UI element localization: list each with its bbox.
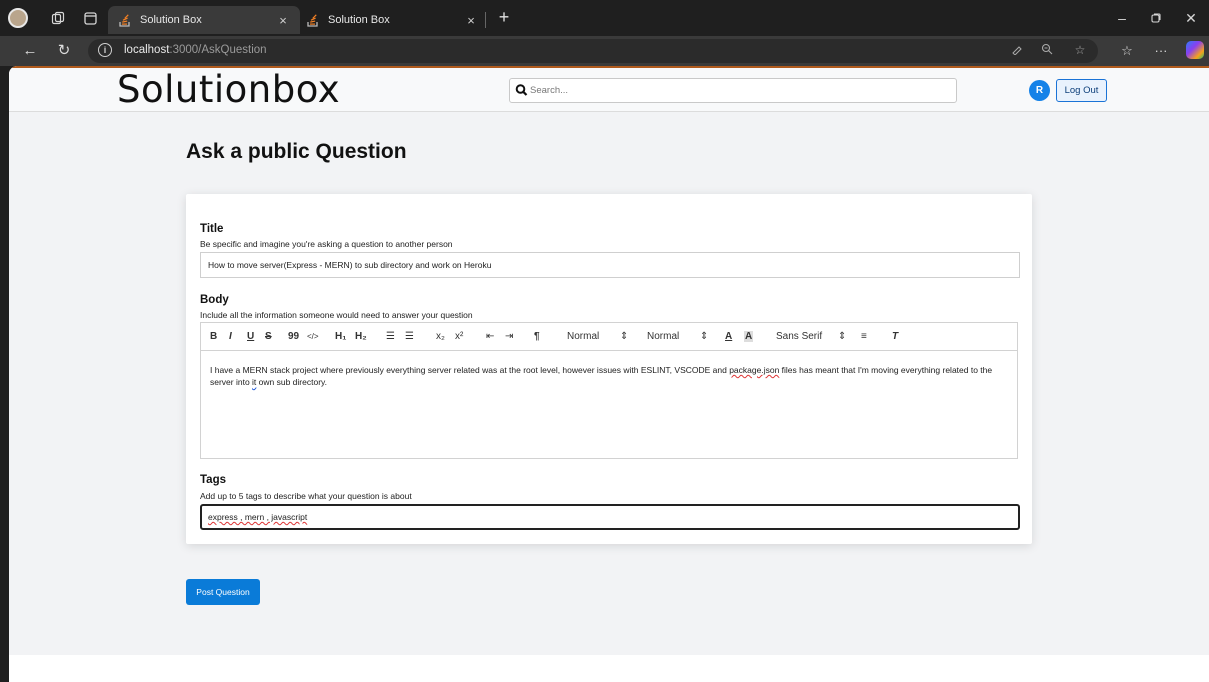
site-info-icon[interactable]: i [98, 43, 112, 57]
header-select[interactable]: Normal [647, 331, 679, 342]
tags-hint: Add up to 5 tags to describe what your q… [200, 491, 412, 501]
stackoverflow-favicon-icon [118, 13, 132, 27]
copilot-icon[interactable] [1186, 41, 1204, 59]
tags-value: express , mern , javascript [208, 512, 308, 522]
text-color-icon[interactable]: A [725, 331, 732, 342]
blockquote-icon[interactable]: 99 [288, 331, 299, 342]
url-host: localhost [124, 44, 170, 56]
tab-title: Solution Box [140, 14, 202, 26]
editor-toolbar: B I U S 99 </> H₁ H₂ ☰ ☰ x₂ x² ⇤ ⇥ ¶ Nor… [201, 323, 1017, 351]
header-1-icon[interactable]: H₁ [335, 331, 346, 342]
background-color-icon[interactable]: A [744, 331, 754, 342]
favorites-icon[interactable]: ☆ [1116, 41, 1138, 61]
page-title: Ask a public Question [186, 140, 407, 163]
body-rich-text-editor[interactable]: B I U S 99 </> H₁ H₂ ☰ ☰ x₂ x² ⇤ ⇥ ¶ Nor… [200, 322, 1018, 459]
body-text-part: I have a MERN stack project where previo… [210, 365, 730, 375]
new-tab-icon[interactable]: + [493, 8, 515, 28]
clear-format-icon[interactable]: T [892, 331, 898, 342]
bold-icon[interactable]: B [210, 331, 217, 342]
tab-divider [485, 12, 486, 28]
header-2-icon[interactable]: H₂ [355, 331, 367, 342]
page-viewport: Solutionbox Search... R Log Out Ask a pu… [9, 66, 1209, 682]
minimize-icon[interactable]: – [1109, 8, 1135, 28]
refresh-icon[interactable]: ↻ [53, 41, 75, 61]
text-direction-icon[interactable]: ¶ [534, 331, 540, 342]
title-hint: Be specific and imagine you're asking a … [200, 239, 453, 249]
page-footer [9, 655, 1209, 682]
outdent-icon[interactable]: ⇤ [486, 331, 494, 342]
body-text-part: own sub directory. [256, 377, 328, 387]
title-input[interactable]: How to move server(Express - MERN) to su… [200, 252, 1020, 278]
align-icon[interactable]: ≡ [861, 331, 867, 342]
header-select-chevron-icon[interactable]: ⇕ [700, 331, 708, 342]
tags-label: Tags [200, 474, 226, 486]
tags-input[interactable]: express , mern , javascript [200, 504, 1020, 530]
close-tab-icon[interactable]: × [276, 13, 290, 28]
bullet-list-icon[interactable]: ☰ [405, 331, 414, 342]
superscript-icon[interactable]: x² [455, 331, 463, 342]
italic-icon[interactable]: I [229, 331, 232, 342]
font-select[interactable]: Sans Serif [776, 331, 822, 342]
close-tab-icon[interactable]: × [464, 13, 478, 28]
browser-tab-active[interactable]: Solution Box × [108, 6, 300, 34]
size-select[interactable]: Normal [567, 331, 599, 342]
font-select-chevron-icon[interactable]: ⇕ [838, 331, 846, 342]
more-menu-icon[interactable]: ··· [1150, 41, 1172, 61]
address-bar[interactable]: i localhost:3000/AskQuestion ☆ [88, 39, 1098, 63]
read-aloud-icon[interactable] [1008, 43, 1026, 59]
search-icon [515, 82, 528, 98]
post-question-button[interactable]: Post Question [186, 579, 260, 605]
browser-tab-bar: Solution Box × Solution Box × + – ✕ [0, 0, 1209, 36]
close-window-icon[interactable]: ✕ [1178, 8, 1204, 28]
code-icon[interactable]: </> [307, 332, 319, 341]
site-header: Solutionbox Search... R Log Out [9, 66, 1209, 112]
profile-avatar-icon[interactable] [8, 8, 28, 28]
tab-title: Solution Box [328, 14, 390, 26]
subscript-icon[interactable]: x₂ [436, 331, 445, 342]
body-editor-content[interactable]: I have a MERN stack project where previo… [210, 364, 1010, 388]
indent-icon[interactable]: ⇥ [505, 331, 513, 342]
body-label: Body [200, 294, 229, 306]
question-form-card: Title Be specific and imagine you're ask… [186, 194, 1032, 544]
strikethrough-icon[interactable]: S [265, 331, 272, 342]
underline-icon[interactable]: U [247, 331, 254, 342]
workspaces-icon[interactable] [48, 8, 68, 28]
search-box[interactable]: Search... [509, 78, 957, 103]
search-placeholder: Search... [530, 85, 569, 96]
ordered-list-icon[interactable]: ☰ [386, 331, 395, 342]
tab-actions-icon[interactable] [80, 8, 100, 28]
url-text: localhost:3000/AskQuestion [124, 44, 267, 56]
back-icon[interactable]: ← [19, 41, 41, 61]
favorite-star-icon[interactable]: ☆ [1071, 43, 1089, 59]
stackoverflow-favicon-icon [306, 13, 320, 27]
url-path: :3000/AskQuestion [169, 44, 267, 56]
logout-button[interactable]: Log Out [1056, 79, 1107, 102]
restore-icon[interactable] [1143, 8, 1169, 28]
size-select-chevron-icon[interactable]: ⇕ [620, 331, 628, 342]
browser-tab[interactable]: Solution Box × [296, 6, 488, 34]
title-label: Title [200, 223, 224, 235]
browser-toolbar: ← ↻ i localhost:3000/AskQuestion ☆ ☆ ··· [0, 36, 1209, 66]
body-text-misspelled: package.json [729, 365, 780, 375]
zoom-icon[interactable] [1038, 43, 1056, 59]
body-hint: Include all the information someone woul… [200, 310, 473, 320]
user-avatar[interactable]: R [1029, 80, 1050, 101]
site-logo[interactable]: Solutionbox [117, 68, 340, 111]
